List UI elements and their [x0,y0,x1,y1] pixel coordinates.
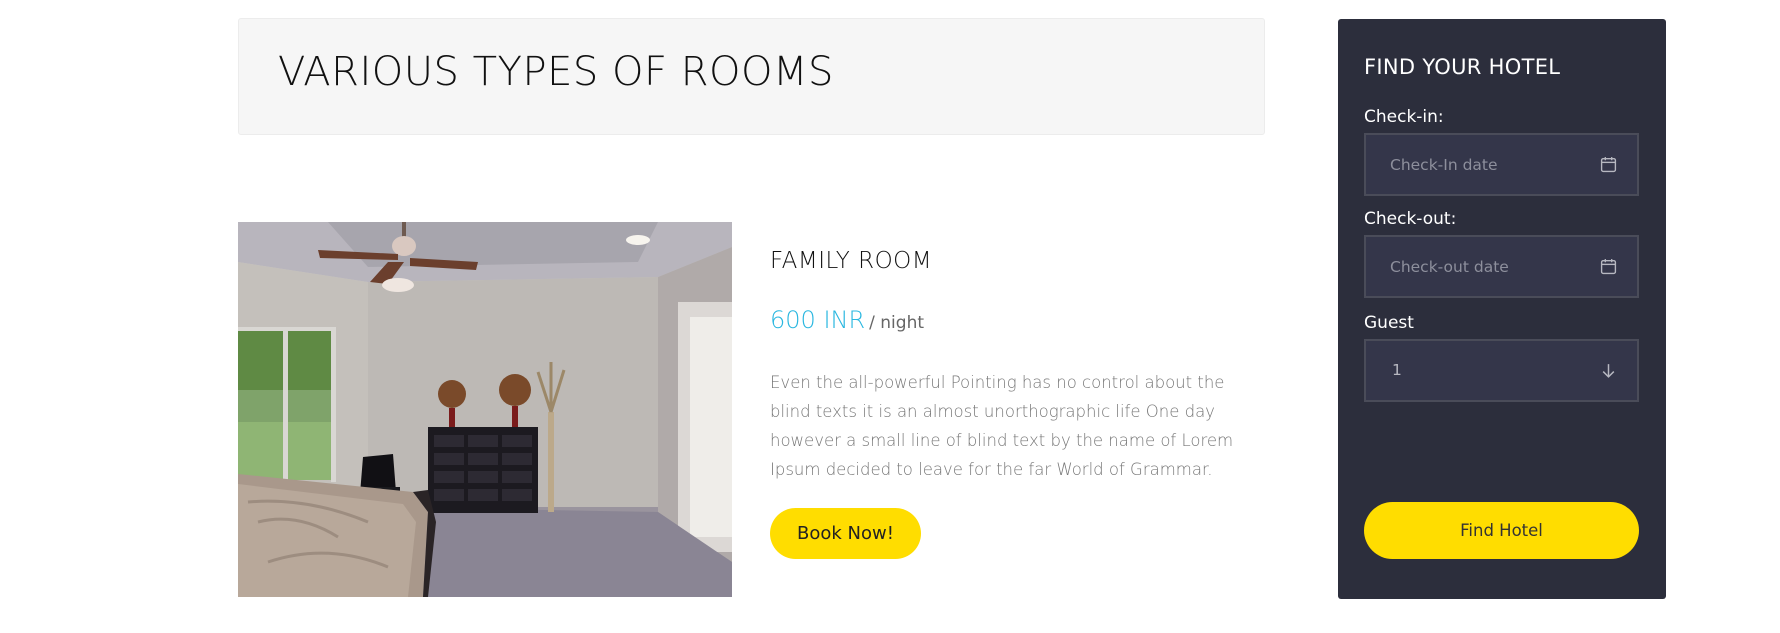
arrow-down-icon[interactable] [1600,362,1617,379]
checkin-input[interactable] [1390,135,1590,194]
find-hotel-panel: FIND YOUR HOTEL Check-in: Check-out: Gue… [1338,19,1666,599]
checkin-field[interactable] [1364,133,1639,196]
checkout-label: Check-out: [1364,209,1457,229]
price-unit: / night [869,313,925,333]
guest-value: 1 [1392,361,1402,379]
guest-label: Guest [1364,313,1414,333]
price-row: 600 INR / night [770,306,924,334]
room-description: Even the all-powerful Pointing has no co… [770,373,1234,479]
checkout-input[interactable] [1390,237,1590,296]
calendar-icon[interactable] [1600,258,1617,275]
page-title: VARIOUS TYPES OF ROOMS [278,49,834,95]
checkout-field[interactable] [1364,235,1639,298]
checkin-label: Check-in: [1364,107,1444,127]
room-image [238,222,732,597]
panel-title: FIND YOUR HOTEL [1364,55,1561,79]
page-title-box: VARIOUS TYPES OF ROOMS [238,18,1265,135]
book-now-button[interactable]: Book Now! [770,508,921,559]
calendar-icon[interactable] [1600,156,1617,173]
bedroom-photo [238,222,732,597]
room-name: FAMILY ROOM [770,248,933,274]
room-price: 600 INR [770,306,866,334]
guest-select[interactable]: 1 [1364,339,1639,402]
find-hotel-button[interactable]: Find Hotel [1364,502,1639,559]
